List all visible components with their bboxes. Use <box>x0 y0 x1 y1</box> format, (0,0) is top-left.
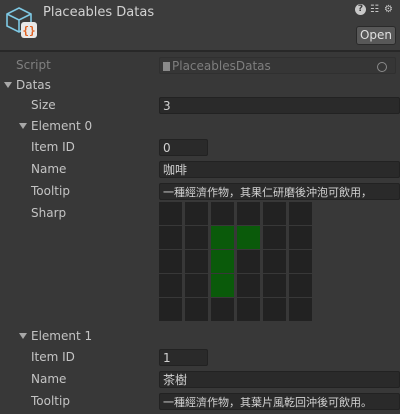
sharp-cell[interactable] <box>159 250 182 273</box>
sharp-cell[interactable] <box>185 202 208 225</box>
item-id-label: Item ID <box>31 350 75 364</box>
sharp-cell[interactable] <box>289 274 312 297</box>
object-picker-icon[interactable] <box>377 62 387 72</box>
tooltip-label: Tooltip <box>31 184 70 198</box>
inspector-header: {} Placeables Datas ? ☷ ⚙ Open <box>0 0 400 50</box>
datas-foldout[interactable]: Datas <box>0 76 400 96</box>
element-0-foldout[interactable]: Element 0 <box>0 117 400 137</box>
script-label: Script <box>16 58 51 72</box>
sharp-cell[interactable] <box>211 202 234 225</box>
sharp-cell[interactable] <box>263 226 286 249</box>
element-1-label: Element 1 <box>31 329 93 343</box>
sharp-cell[interactable] <box>263 202 286 225</box>
help-icon[interactable]: ? <box>355 4 366 15</box>
sharp-cell[interactable] <box>289 250 312 273</box>
item-id-field[interactable]: 1 <box>159 349 208 366</box>
item-id-field[interactable]: 0 <box>159 139 208 156</box>
svg-text:{}: {} <box>22 24 35 37</box>
name-field[interactable]: 茶樹 <box>159 371 400 388</box>
element-0-foldout-arrow-icon[interactable] <box>19 123 27 129</box>
element-0-label: Element 0 <box>31 119 93 133</box>
item-id-label: Item ID <box>31 140 75 154</box>
sharp-cell[interactable] <box>237 202 260 225</box>
size-row: Size 3 <box>0 96 400 116</box>
element-1-name-row: Name 茶樹 <box>0 370 400 390</box>
sharp-label: Sharp <box>31 206 67 220</box>
open-button[interactable]: Open <box>356 26 396 45</box>
sharp-cell[interactable] <box>159 202 182 225</box>
script-row: Script PlaceablesDatas <box>0 56 400 76</box>
sharp-cell[interactable] <box>211 274 234 297</box>
name-label: Name <box>31 162 67 176</box>
tooltip-label: Tooltip <box>31 394 70 408</box>
sharp-cell[interactable] <box>159 226 182 249</box>
sharp-cell[interactable] <box>263 274 286 297</box>
sharp-cell[interactable] <box>185 226 208 249</box>
sharp-cell[interactable] <box>159 298 182 321</box>
sharp-cell[interactable] <box>263 250 286 273</box>
sharp-cell[interactable] <box>211 250 234 273</box>
element-1-item-id-row: Item ID 1 <box>0 348 400 368</box>
sharp-cell[interactable] <box>185 250 208 273</box>
name-field[interactable]: 咖啡 <box>159 161 400 178</box>
tooltip-field[interactable]: 一種經濟作物，其葉片風乾回沖後可飲用。 <box>159 393 400 410</box>
name-label: Name <box>31 372 67 386</box>
element-0-item-id-row: Item ID 0 <box>0 138 400 158</box>
sharp-cell[interactable] <box>237 298 260 321</box>
size-label: Size <box>31 98 56 112</box>
sharp-cell[interactable] <box>159 274 182 297</box>
inspector-title: Placeables Datas <box>43 5 155 20</box>
scriptable-object-icon: {} <box>6 7 37 38</box>
datas-label: Datas <box>16 78 51 92</box>
sharp-cell[interactable] <box>289 202 312 225</box>
sharp-cell[interactable] <box>211 298 234 321</box>
sharp-cell[interactable] <box>185 298 208 321</box>
element-0-tooltip-row: Tooltip 一種經濟作物，其果仁研磨後沖泡可飲用， <box>0 182 400 202</box>
sharp-cell[interactable] <box>289 226 312 249</box>
sharp-cell[interactable] <box>185 274 208 297</box>
element-1-tooltip-row: Tooltip 一種經濟作物，其葉片風乾回沖後可飲用。 <box>0 392 400 412</box>
element-0-name-row: Name 咖啡 <box>0 160 400 180</box>
gear-icon[interactable]: ⚙ <box>383 4 394 15</box>
sharp-cell[interactable] <box>211 226 234 249</box>
header-divider <box>0 50 400 52</box>
sliders-icon[interactable]: ☷ <box>369 4 380 15</box>
element-1-foldout[interactable]: Element 1 <box>0 327 400 347</box>
sharp-cell[interactable] <box>237 274 260 297</box>
sharp-cell[interactable] <box>237 226 260 249</box>
sharp-cell[interactable] <box>289 298 312 321</box>
size-field[interactable]: 3 <box>159 97 400 114</box>
sharp-cell[interactable] <box>237 250 260 273</box>
script-field[interactable]: PlaceablesDatas <box>159 57 396 74</box>
tooltip-field[interactable]: 一種經濟作物，其果仁研磨後沖泡可飲用， <box>159 183 400 200</box>
datas-foldout-arrow-icon[interactable] <box>4 82 12 88</box>
script-file-icon <box>163 62 170 71</box>
script-value: PlaceablesDatas <box>172 59 271 73</box>
element-1-foldout-arrow-icon[interactable] <box>19 333 27 339</box>
sharp-cell[interactable] <box>263 298 286 321</box>
